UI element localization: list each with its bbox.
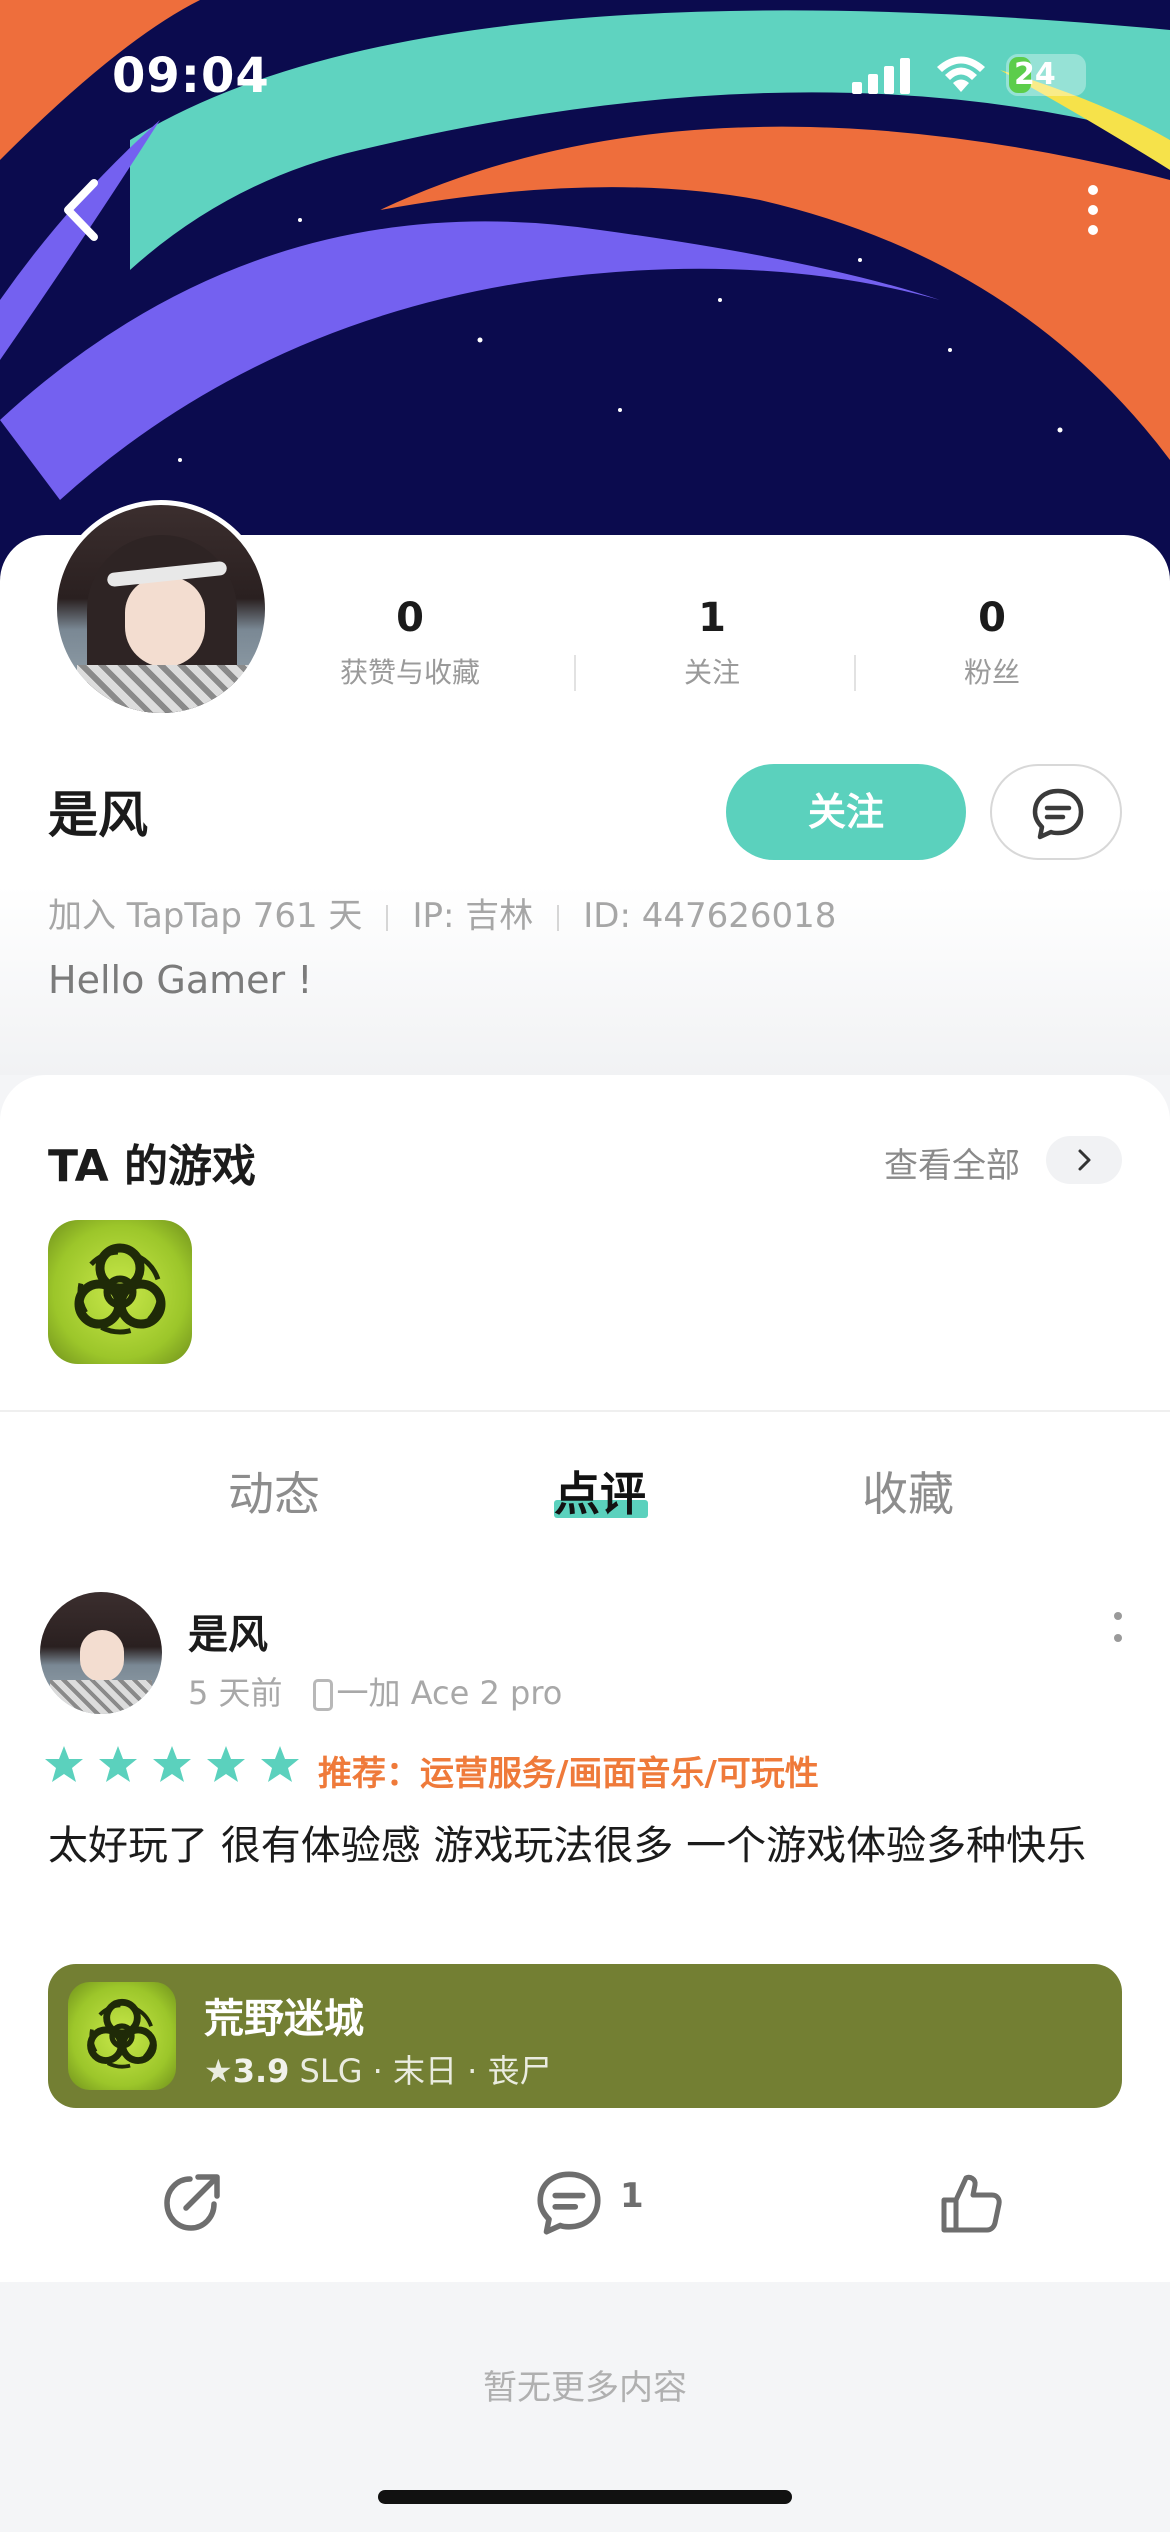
wifi-icon — [937, 56, 985, 92]
meta-divider — [386, 904, 389, 931]
tab-favorites[interactable]: 收藏 — [862, 1458, 954, 1524]
game-tags: SLG · 末日 · 丧尸 — [299, 2052, 552, 2090]
profile-name: 是风 — [48, 786, 148, 844]
biohazard-icon — [87, 1998, 157, 2069]
stat-following[interactable]: 1 关注 — [602, 595, 822, 691]
rating-stars — [45, 1746, 299, 1782]
profile-meta: 加入 TapTap 761 天 IP: 吉林 ID: 447626018 — [48, 888, 836, 937]
stat-value: 0 — [396, 595, 424, 641]
like-button[interactable] — [936, 2168, 1006, 2242]
message-button[interactable] — [990, 764, 1122, 860]
stat-divider — [854, 655, 856, 691]
join-days: 加入 TapTap 761 天 — [48, 896, 363, 936]
more-options-button[interactable] — [1078, 180, 1108, 240]
profile-stats: 0 获赞与收藏 1 关注 0 粉丝 — [300, 595, 1140, 705]
status-bar: 09:04 24 — [0, 48, 1170, 108]
battery-icon: 24 — [1006, 54, 1086, 96]
stat-divider — [574, 655, 576, 691]
back-button[interactable] — [56, 175, 106, 245]
star-icon — [207, 1746, 245, 1782]
chevron-right-icon — [1078, 1149, 1091, 1171]
tab-activity[interactable]: 动态 — [228, 1458, 320, 1524]
biohazard-icon — [74, 1243, 166, 1335]
more-vertical-icon — [1114, 1612, 1122, 1642]
ip-location: IP: 吉林 — [412, 896, 534, 936]
comment-button[interactable] — [534, 2168, 604, 2242]
review-more-button[interactable] — [1112, 1608, 1124, 1648]
games-section-title: TA 的游戏 — [48, 1141, 256, 1192]
star-icon — [261, 1746, 299, 1782]
game-info: ★3.9 SLG · 末日 · 丧尸 — [204, 2046, 552, 2092]
more-vertical-icon — [1088, 185, 1098, 235]
battery-level: 24 — [1014, 57, 1056, 92]
share-button[interactable] — [158, 2168, 226, 2240]
review-time: 5 天前 — [188, 1674, 283, 1712]
review-text[interactable]: 太好玩了 很有体验感 游戏玩法很多 一个游戏体验多种快乐 — [48, 1812, 1128, 1880]
recommend-tags: 推荐：运营服务/画面音乐/可玩性 — [318, 1754, 819, 1794]
game-icon — [68, 1982, 176, 2090]
review-author-avatar[interactable] — [40, 1592, 162, 1714]
no-more-content: 暂无更多内容 — [483, 2368, 687, 2408]
see-all-link[interactable]: 查看全部 — [884, 1138, 1020, 1187]
game-title: 荒野迷城 — [204, 1996, 364, 2042]
stat-label: 获赞与收藏 — [339, 656, 480, 689]
chat-bubble-icon — [1032, 788, 1084, 840]
thumbs-up-icon — [941, 2174, 1002, 2233]
star-icon — [99, 1746, 137, 1782]
status-time: 09:04 — [112, 48, 270, 104]
stat-followers[interactable]: 0 粉丝 — [882, 595, 1102, 691]
review-author-name[interactable]: 是风 — [188, 1602, 268, 1660]
profile-bio: Hello Gamer ! — [48, 958, 313, 1002]
stat-label: 关注 — [683, 656, 740, 689]
stat-likes[interactable]: 0 获赞与收藏 — [300, 595, 520, 691]
home-indicator[interactable] — [378, 2490, 792, 2504]
chevron-left-icon — [64, 179, 98, 241]
cellular-signal-icon — [852, 58, 910, 94]
reviewed-game-card[interactable]: 荒野迷城 ★3.9 SLG · 末日 · 丧尸 — [48, 1964, 1122, 2108]
comment-count: 1 — [620, 2176, 644, 2216]
meta-divider — [557, 904, 560, 931]
see-all-button[interactable] — [1046, 1136, 1122, 1184]
tab-reviews[interactable]: 点评 — [554, 1458, 646, 1524]
avatar[interactable] — [52, 500, 270, 718]
user-id[interactable]: ID: 447626018 — [583, 896, 836, 936]
star-icon — [45, 1746, 83, 1782]
phone-icon — [312, 1679, 333, 1711]
review-meta: 5 天前 一加 Ace 2 pro — [188, 1668, 562, 1714]
comment-icon — [537, 2171, 601, 2235]
star-icon — [153, 1746, 191, 1782]
review-device: 一加 Ace 2 pro — [336, 1674, 563, 1712]
follow-button[interactable]: 关注 — [726, 764, 966, 860]
stat-label: 粉丝 — [963, 656, 1020, 689]
game-icon[interactable] — [48, 1220, 192, 1364]
game-rating: 3.9 — [232, 2052, 290, 2090]
stat-value: 1 — [698, 595, 726, 641]
stat-value: 0 — [978, 595, 1006, 641]
star-icon: ★ — [204, 2052, 233, 2090]
share-icon — [164, 2174, 220, 2231]
